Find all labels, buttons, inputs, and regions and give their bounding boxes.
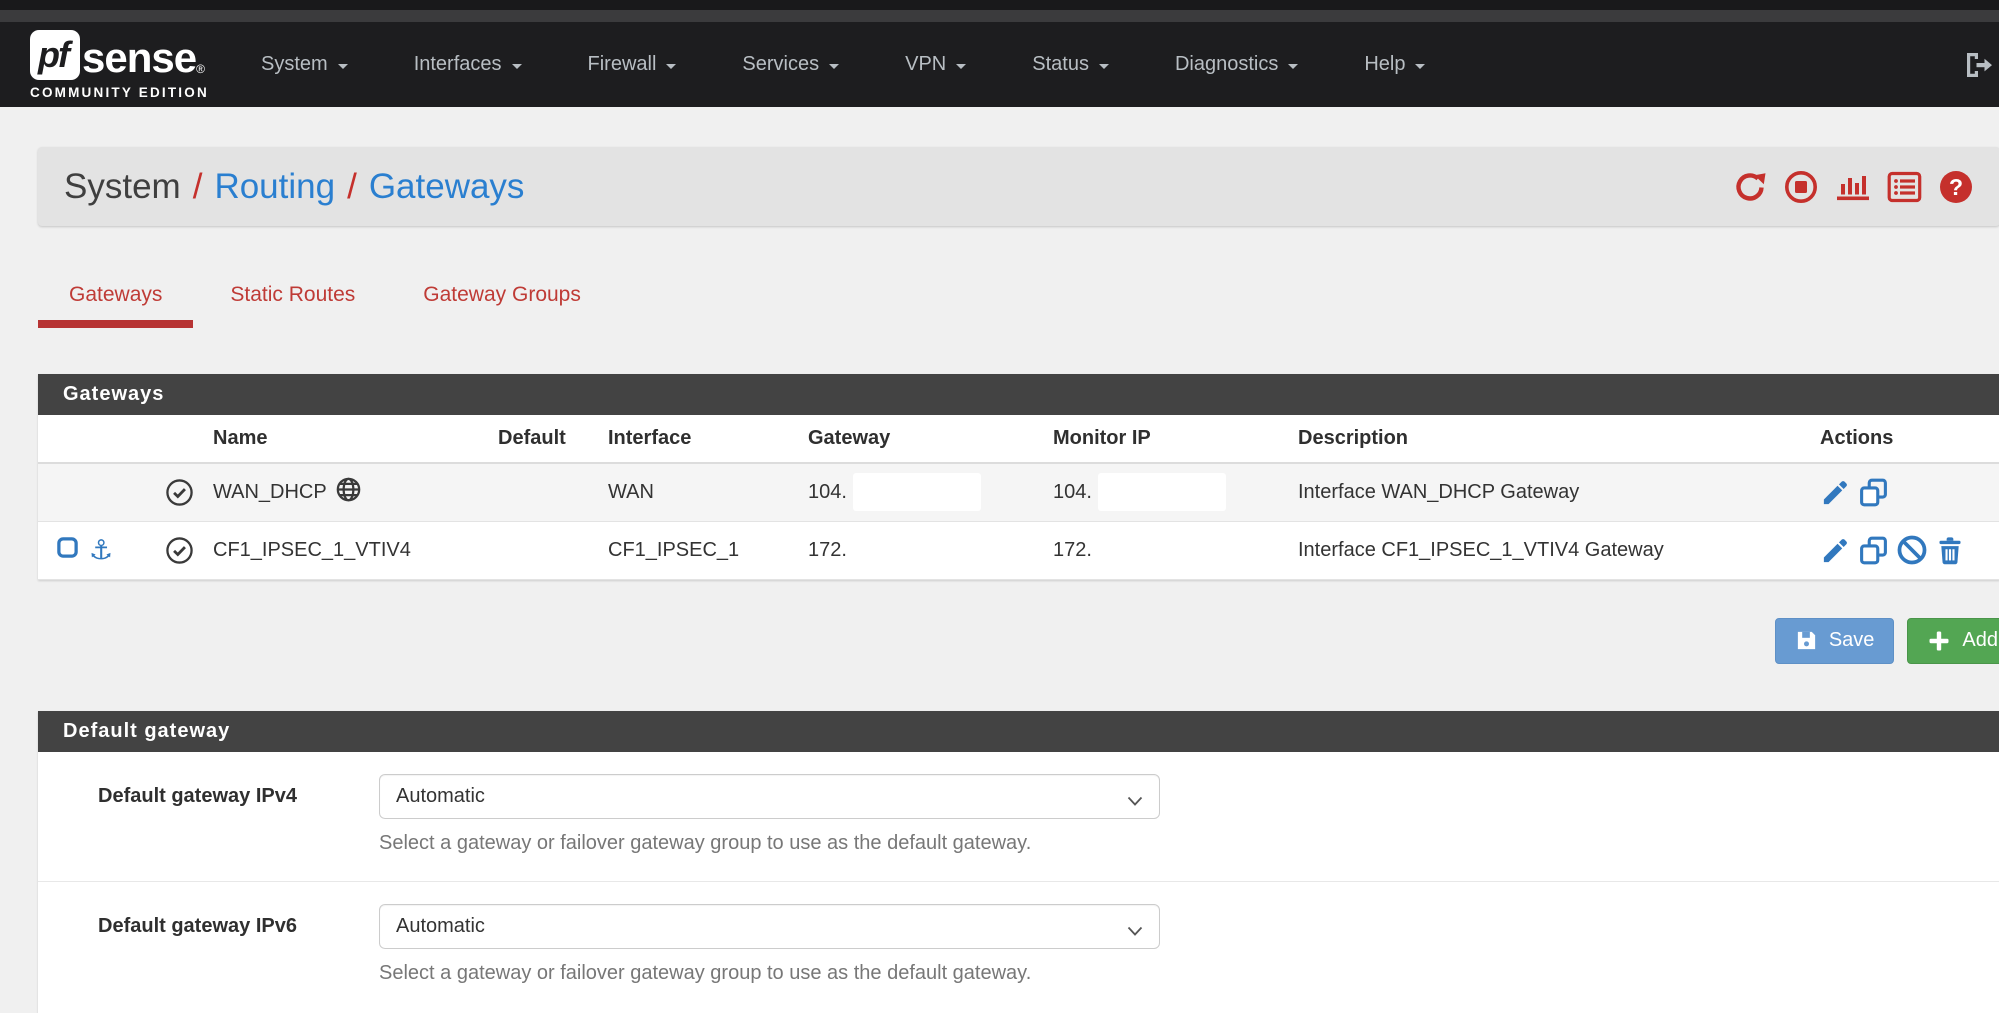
globe-icon bbox=[335, 476, 362, 509]
nav-item-services[interactable]: Services bbox=[709, 53, 872, 76]
page-action-icons: ? bbox=[1733, 169, 1974, 205]
copy-icon[interactable] bbox=[1858, 477, 1889, 508]
chevron-down-icon bbox=[956, 64, 966, 69]
default-gateway-panel: Default gateway Default gateway IPv4 Aut… bbox=[38, 711, 1999, 1013]
nav-item-vpn[interactable]: VPN bbox=[872, 53, 999, 76]
gateway-description: Interface CF1_IPSEC_1_VTIV4 Gateway bbox=[1298, 521, 1820, 579]
help-icon[interactable]: ? bbox=[1938, 169, 1974, 205]
gateway-interface: WAN bbox=[608, 463, 808, 521]
redacted-value bbox=[1098, 473, 1226, 511]
stop-icon[interactable] bbox=[1783, 169, 1819, 205]
main-navbar: pf sense ® COMMUNITY EDITION System Inte… bbox=[0, 22, 1999, 107]
refresh-icon[interactable] bbox=[1733, 170, 1767, 204]
edit-icon[interactable] bbox=[1820, 477, 1851, 508]
field-label: Default gateway IPv6 bbox=[98, 904, 379, 985]
window-sub-band bbox=[0, 10, 1999, 22]
col-interface: Interface bbox=[608, 415, 808, 463]
gateway-name: CF1_IPSEC_1_VTIV4 bbox=[213, 521, 498, 579]
gateway-default bbox=[498, 463, 608, 521]
tab-bar: Gateways Static Routes Gateway Groups bbox=[38, 283, 1999, 328]
gateway-description: Interface WAN_DHCP Gateway bbox=[1298, 463, 1820, 521]
add-button[interactable]: Add bbox=[1907, 618, 1999, 664]
breadcrumb-link-gateways[interactable]: Gateways bbox=[369, 167, 525, 207]
breadcrumb: System / Routing / Gateways bbox=[64, 167, 524, 207]
log-icon[interactable] bbox=[1887, 170, 1922, 204]
nav-item-diagnostics[interactable]: Diagnostics bbox=[1142, 53, 1331, 76]
delete-icon[interactable] bbox=[1935, 535, 1965, 566]
default-gateway-panel-title: Default gateway bbox=[38, 711, 1999, 752]
breadcrumb-bar: System / Routing / Gateways bbox=[38, 147, 1999, 226]
default-gateway-ipv4-select[interactable]: Automatic bbox=[379, 774, 1160, 819]
table-row: WAN_DHCP bbox=[38, 463, 1999, 521]
nav-menu: System Interfaces Firewall Services VPN … bbox=[228, 53, 1458, 76]
logo-pf-text: pf bbox=[38, 34, 72, 76]
monitor-ip: 172. bbox=[1053, 521, 1298, 579]
gateways-panel: Gateways Name Default Interface Gateway … bbox=[38, 374, 1999, 580]
gateway-status-check-icon bbox=[123, 478, 213, 507]
gateway-default bbox=[498, 521, 608, 579]
gateway-address: 104. bbox=[808, 481, 847, 504]
save-button[interactable]: Save bbox=[1775, 618, 1895, 664]
gateways-table: Name Default Interface Gateway Monitor I… bbox=[38, 415, 1999, 580]
default-gateway-ipv6-select[interactable]: Automatic bbox=[379, 904, 1160, 949]
col-default: Default bbox=[498, 415, 608, 463]
chevron-down-icon bbox=[1099, 64, 1109, 69]
col-monitor-ip: Monitor IP bbox=[1053, 415, 1298, 463]
table-header-row: Name Default Interface Gateway Monitor I… bbox=[38, 415, 1999, 463]
anchor-icon[interactable]: ⚓ bbox=[89, 537, 113, 564]
redacted-value bbox=[853, 473, 981, 511]
copy-icon[interactable] bbox=[1858, 535, 1889, 566]
default-gateway-ipv6-field: Default gateway IPv6 Automatic Select a … bbox=[38, 882, 1999, 1011]
nav-item-help[interactable]: Help bbox=[1331, 53, 1458, 76]
col-actions: Actions bbox=[1820, 415, 1999, 463]
field-help-text: Select a gateway or failover gateway gro… bbox=[379, 832, 1160, 855]
pfsense-logo-box: pf bbox=[30, 30, 80, 80]
nav-item-firewall[interactable]: Firewall bbox=[555, 53, 710, 76]
plus-icon bbox=[1927, 629, 1951, 653]
breadcrumb-section: System bbox=[64, 167, 181, 207]
tab-gateway-groups[interactable]: Gateway Groups bbox=[392, 283, 612, 328]
table-row: ⚓ CF1_IPSEC_1_VTIV4 bbox=[38, 521, 1999, 579]
gateway-status-check-icon bbox=[123, 536, 213, 565]
default-gateway-ipv4-field: Default gateway IPv4 Automatic Select a … bbox=[38, 752, 1999, 882]
edit-icon[interactable] bbox=[1820, 535, 1851, 566]
table-actions-bar: Save Add bbox=[38, 618, 1999, 664]
save-icon bbox=[1795, 629, 1818, 652]
tab-gateways[interactable]: Gateways bbox=[38, 283, 193, 328]
chart-icon[interactable] bbox=[1835, 170, 1871, 204]
chevron-down-icon bbox=[1127, 920, 1143, 943]
nav-item-system[interactable]: System bbox=[228, 53, 381, 76]
chevron-down-icon bbox=[338, 64, 348, 69]
sign-out-icon[interactable] bbox=[1963, 50, 1993, 80]
chevron-down-icon bbox=[666, 64, 676, 69]
col-description: Description bbox=[1298, 415, 1820, 463]
col-gateway: Gateway bbox=[808, 415, 1053, 463]
chevron-down-icon bbox=[512, 64, 522, 69]
gateways-panel-title: Gateways bbox=[38, 374, 1999, 415]
chevron-down-icon bbox=[1415, 64, 1425, 69]
chevron-down-icon bbox=[829, 64, 839, 69]
page-content: System / Routing / Gateways bbox=[38, 147, 1999, 1013]
chevron-down-icon bbox=[1288, 64, 1298, 69]
field-label: Default gateway IPv4 bbox=[98, 774, 379, 855]
logo-sense-text: sense bbox=[82, 36, 196, 80]
svg-text:?: ? bbox=[1949, 174, 1963, 200]
tab-static-routes[interactable]: Static Routes bbox=[199, 283, 386, 328]
gateway-interface: CF1_IPSEC_1 bbox=[608, 521, 808, 579]
window-top-band bbox=[0, 0, 1999, 10]
checkbox-icon[interactable] bbox=[56, 536, 79, 565]
gateway-address: 172. bbox=[808, 521, 1053, 579]
community-edition-tagline: COMMUNITY EDITION bbox=[30, 85, 212, 100]
gateway-name: WAN_DHCP bbox=[213, 481, 327, 504]
monitor-ip: 104. bbox=[1053, 481, 1092, 504]
disable-icon[interactable] bbox=[1896, 534, 1928, 566]
pfsense-logo[interactable]: pf sense ® COMMUNITY EDITION bbox=[30, 30, 212, 100]
field-help-text: Select a gateway or failover gateway gro… bbox=[379, 962, 1160, 985]
nav-item-interfaces[interactable]: Interfaces bbox=[381, 53, 555, 76]
nav-item-status[interactable]: Status bbox=[999, 53, 1142, 76]
registered-mark: ® bbox=[196, 62, 205, 76]
chevron-down-icon bbox=[1127, 790, 1143, 813]
col-name: Name bbox=[213, 415, 498, 463]
breadcrumb-link-routing[interactable]: Routing bbox=[214, 167, 335, 207]
